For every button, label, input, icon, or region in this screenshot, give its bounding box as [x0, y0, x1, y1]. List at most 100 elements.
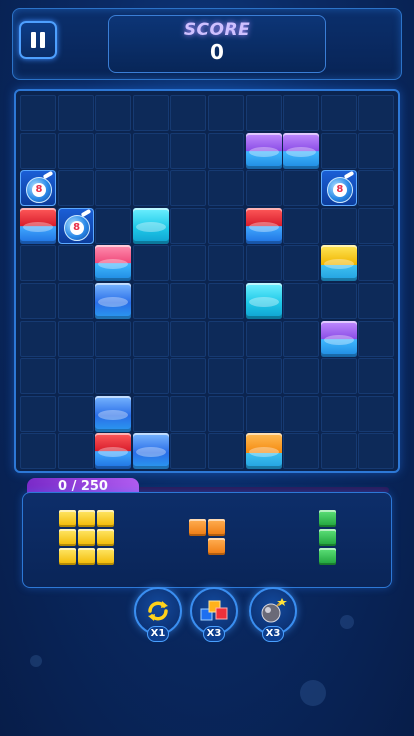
board-cell[interactable] — [170, 207, 207, 244]
board-cell[interactable] — [170, 245, 207, 282]
board-cell[interactable] — [208, 320, 244, 357]
board-cell[interactable] — [208, 395, 244, 432]
board-cell[interactable] — [57, 170, 94, 207]
board-cell[interactable] — [170, 283, 207, 319]
board-cell[interactable] — [208, 170, 244, 207]
piece-cell — [189, 519, 206, 536]
board-cell[interactable] — [132, 283, 169, 319]
board-cell[interactable] — [245, 170, 282, 207]
board-cell[interactable] — [358, 132, 395, 169]
board-cell[interactable] — [20, 433, 56, 470]
piece-green-line[interactable] — [319, 510, 338, 566]
board-cell[interactable] — [358, 395, 395, 432]
board-cell[interactable] — [20, 395, 56, 432]
board-cell[interactable] — [245, 320, 282, 357]
game-board[interactable]: 8 8 8 — [14, 89, 400, 473]
board-cell[interactable] — [20, 132, 56, 169]
board-cell[interactable] — [320, 132, 357, 169]
board-cell[interactable] — [57, 283, 94, 319]
board-cell[interactable] — [57, 320, 94, 357]
board-cell[interactable] — [283, 395, 320, 432]
board-cell[interactable] — [170, 132, 207, 169]
board-cell[interactable] — [320, 283, 357, 319]
pause-icon — [31, 32, 36, 48]
block-cyan — [132, 207, 169, 244]
board-cell[interactable] — [283, 245, 320, 282]
board-cell[interactable] — [283, 170, 320, 207]
board-cell[interactable] — [320, 433, 357, 470]
board-cell[interactable] — [20, 95, 56, 131]
board-cell[interactable] — [170, 433, 207, 470]
board-cell[interactable] — [95, 132, 132, 169]
board-cell[interactable] — [358, 283, 395, 319]
background-glow — [300, 680, 326, 706]
board-cell[interactable] — [208, 95, 244, 131]
board-cell[interactable] — [170, 358, 207, 395]
board-cell[interactable] — [358, 170, 395, 207]
piece-cell — [319, 529, 336, 546]
board-cell[interactable] — [132, 320, 169, 357]
board-cell[interactable] — [320, 207, 357, 244]
board-cell[interactable] — [208, 132, 244, 169]
board-cell[interactable] — [245, 95, 282, 131]
board-cell[interactable] — [132, 358, 169, 395]
board-cell[interactable] — [95, 320, 132, 357]
board-cell[interactable] — [20, 358, 56, 395]
board-cell[interactable] — [132, 170, 169, 207]
board-cell[interactable] — [358, 433, 395, 470]
board-cell[interactable] — [95, 170, 132, 207]
board-cell[interactable] — [283, 95, 320, 131]
board-cell[interactable] — [208, 207, 244, 244]
board-cell[interactable] — [95, 95, 132, 131]
piece-orange-l[interactable] — [189, 519, 227, 557]
piece-cell — [208, 538, 225, 555]
board-cell[interactable] — [170, 395, 207, 432]
blocks-icon — [200, 600, 228, 621]
board-cell[interactable] — [170, 320, 207, 357]
board-cell[interactable] — [208, 245, 244, 282]
board-cell[interactable] — [57, 395, 94, 432]
board-cell[interactable] — [208, 433, 244, 470]
board-cell[interactable] — [20, 283, 56, 319]
board-cell[interactable] — [95, 207, 132, 244]
board-cell[interactable] — [320, 95, 357, 131]
bomb-block: 8 — [20, 170, 56, 207]
board-cell[interactable] — [283, 358, 320, 395]
board-cell[interactable] — [358, 95, 395, 131]
piece-yellow-square[interactable] — [59, 510, 115, 566]
board-cell[interactable] — [245, 358, 282, 395]
board-cell[interactable] — [358, 245, 395, 282]
board-cell[interactable] — [208, 283, 244, 319]
board-cell[interactable] — [57, 132, 94, 169]
board-cell[interactable] — [358, 320, 395, 357]
board-cell[interactable] — [358, 358, 395, 395]
board-cell[interactable] — [283, 320, 320, 357]
board-cell[interactable] — [20, 245, 56, 282]
board-cell[interactable] — [358, 207, 395, 244]
board-cell[interactable] — [57, 95, 94, 131]
board-cell[interactable] — [208, 358, 244, 395]
board-cell[interactable] — [320, 358, 357, 395]
board-cell[interactable] — [170, 170, 207, 207]
board-cell[interactable] — [57, 358, 94, 395]
board-cell[interactable] — [20, 320, 56, 357]
board-cell[interactable] — [283, 433, 320, 470]
board-cell[interactable] — [132, 245, 169, 282]
board-cell[interactable] — [132, 395, 169, 432]
board-cell[interactable] — [57, 245, 94, 282]
board-cell[interactable] — [320, 395, 357, 432]
board-cell[interactable] — [95, 358, 132, 395]
board-cell[interactable] — [283, 207, 320, 244]
board-cell[interactable] — [283, 283, 320, 319]
board-cell[interactable] — [170, 95, 207, 131]
board-cell[interactable] — [245, 245, 282, 282]
background-glow — [340, 615, 354, 629]
board-cell[interactable] — [57, 433, 94, 470]
board-grid[interactable]: 8 8 8 — [20, 95, 396, 471]
board-cell[interactable] — [245, 395, 282, 432]
bomb-counter: 8 — [69, 220, 84, 235]
pause-button[interactable] — [19, 21, 57, 59]
header-panel: SCORE 0 — [12, 8, 402, 80]
board-cell[interactable] — [132, 132, 169, 169]
board-cell[interactable] — [132, 95, 169, 131]
